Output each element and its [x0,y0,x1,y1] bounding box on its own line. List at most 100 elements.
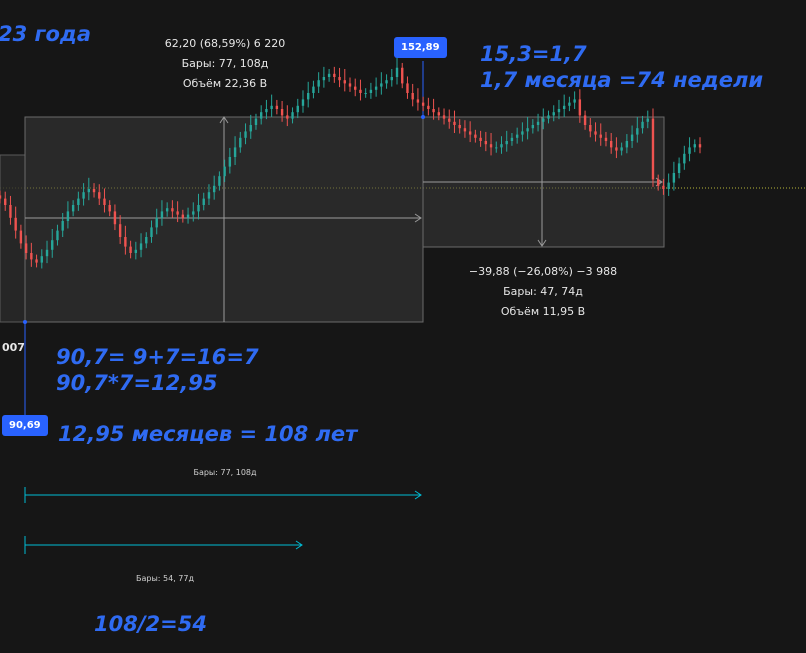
candle-body [87,189,91,193]
candle-body [510,137,514,141]
note-months-years[interactable]: 12,95 месяцев = 108 лет [58,424,357,445]
candle-body [594,131,597,135]
candle-body [24,243,28,253]
candle-body [275,105,279,109]
candle-body [677,163,681,173]
price-tag-high[interactable]: 152,89 [394,37,447,58]
candle-body [568,102,571,106]
candle-body [573,99,576,103]
note-digit-sum[interactable]: 90,7= 9+7=16=7 [56,347,259,368]
measure-box-up[interactable] [24,116,424,323]
note-years[interactable]: 23 года [0,24,91,45]
candle-body [359,89,362,93]
candle-body [0,195,2,199]
candle-body [401,67,404,84]
candle-body [322,77,326,81]
candle-body [427,105,430,109]
candle-body [30,253,33,260]
note-months-weeks[interactable]: 1,7 месяца =74 недели [480,70,763,91]
candle-body [124,237,127,247]
candle-body [609,141,613,148]
candle-body [171,208,174,212]
candle-body [453,121,456,125]
candle-body [333,73,336,77]
low-anchor [23,320,27,324]
candle-body [186,214,190,218]
measure-box-down[interactable] [422,116,665,248]
candle-body [19,230,23,244]
candle-body [66,211,70,221]
candle-body [103,198,106,205]
candle-body [51,240,54,250]
candle-body [604,137,608,141]
candle-body [212,185,216,193]
candle-body [77,198,80,205]
candle-body [259,112,263,119]
candle-body [354,86,357,90]
candle-body [98,192,101,199]
candle-body [155,217,158,228]
candle-body [192,211,195,215]
price-chart[interactable] [0,0,806,653]
candle-body [390,77,393,81]
candle-body [280,109,284,116]
candle-body [291,112,294,119]
candle-body [641,121,644,129]
candle-body [672,173,676,183]
ruler-long-label: Бары: 77, 108д [193,468,257,477]
axis-label-fragment: 007 [2,341,25,354]
candle-body [286,115,289,119]
candle-body [71,205,75,212]
candle-body [296,105,299,113]
candle-body [14,217,17,231]
candle-body [9,205,12,218]
candle-body [688,147,691,154]
measure-down-bars: Бары: 47, 74д [503,285,583,298]
candle-body [552,112,555,116]
candle-body [698,144,702,148]
candle-body [134,249,138,253]
candle-body [233,147,237,157]
candle-body [364,93,367,94]
candle-body [380,83,383,87]
candle-body [521,131,524,135]
candle-body [448,118,451,122]
candle-body [92,189,96,193]
candle-body [244,131,247,138]
note-half[interactable]: 108/2=54 [94,614,207,635]
candle-body [301,99,305,106]
candle-body [150,227,153,237]
measure-up-info: 62,20 (68,59%) 6 220 Бары: 77, 108д Объё… [165,34,286,94]
candle-body [562,105,566,109]
candle-body [312,86,315,93]
price-tag-low[interactable]: 90,69 [2,415,48,436]
note-product[interactable]: 90,7*7=12,95 [56,373,217,394]
candle-body [667,182,670,189]
candle-body [385,80,388,84]
candle-body [338,77,341,81]
candle-body [474,134,477,138]
range-ruler-short[interactable] [24,536,303,554]
note-ratio[interactable]: 15,3=1,7 [480,44,587,65]
measure-down-change: −39,88 (−26,08%) −3 988 [468,265,618,278]
candle-body [479,137,482,141]
candle-body [437,112,441,116]
candle-body [197,205,200,212]
candle-body [531,125,535,129]
candle-body [458,125,461,129]
candle-body [374,86,378,90]
candle-body [40,256,43,263]
candle-body [406,83,409,93]
candle-body [651,118,655,180]
candle-body [223,166,226,177]
candle-body [630,134,634,141]
candle-body [348,83,352,87]
candle-body [160,211,164,218]
candle-body [202,198,205,205]
range-ruler-long[interactable] [24,487,422,503]
candle-body [500,144,503,148]
candle-body [547,115,550,119]
candle-body [327,73,331,77]
measure-down-volume: Объём 11,95 B [500,305,586,318]
candle-body [646,118,649,122]
